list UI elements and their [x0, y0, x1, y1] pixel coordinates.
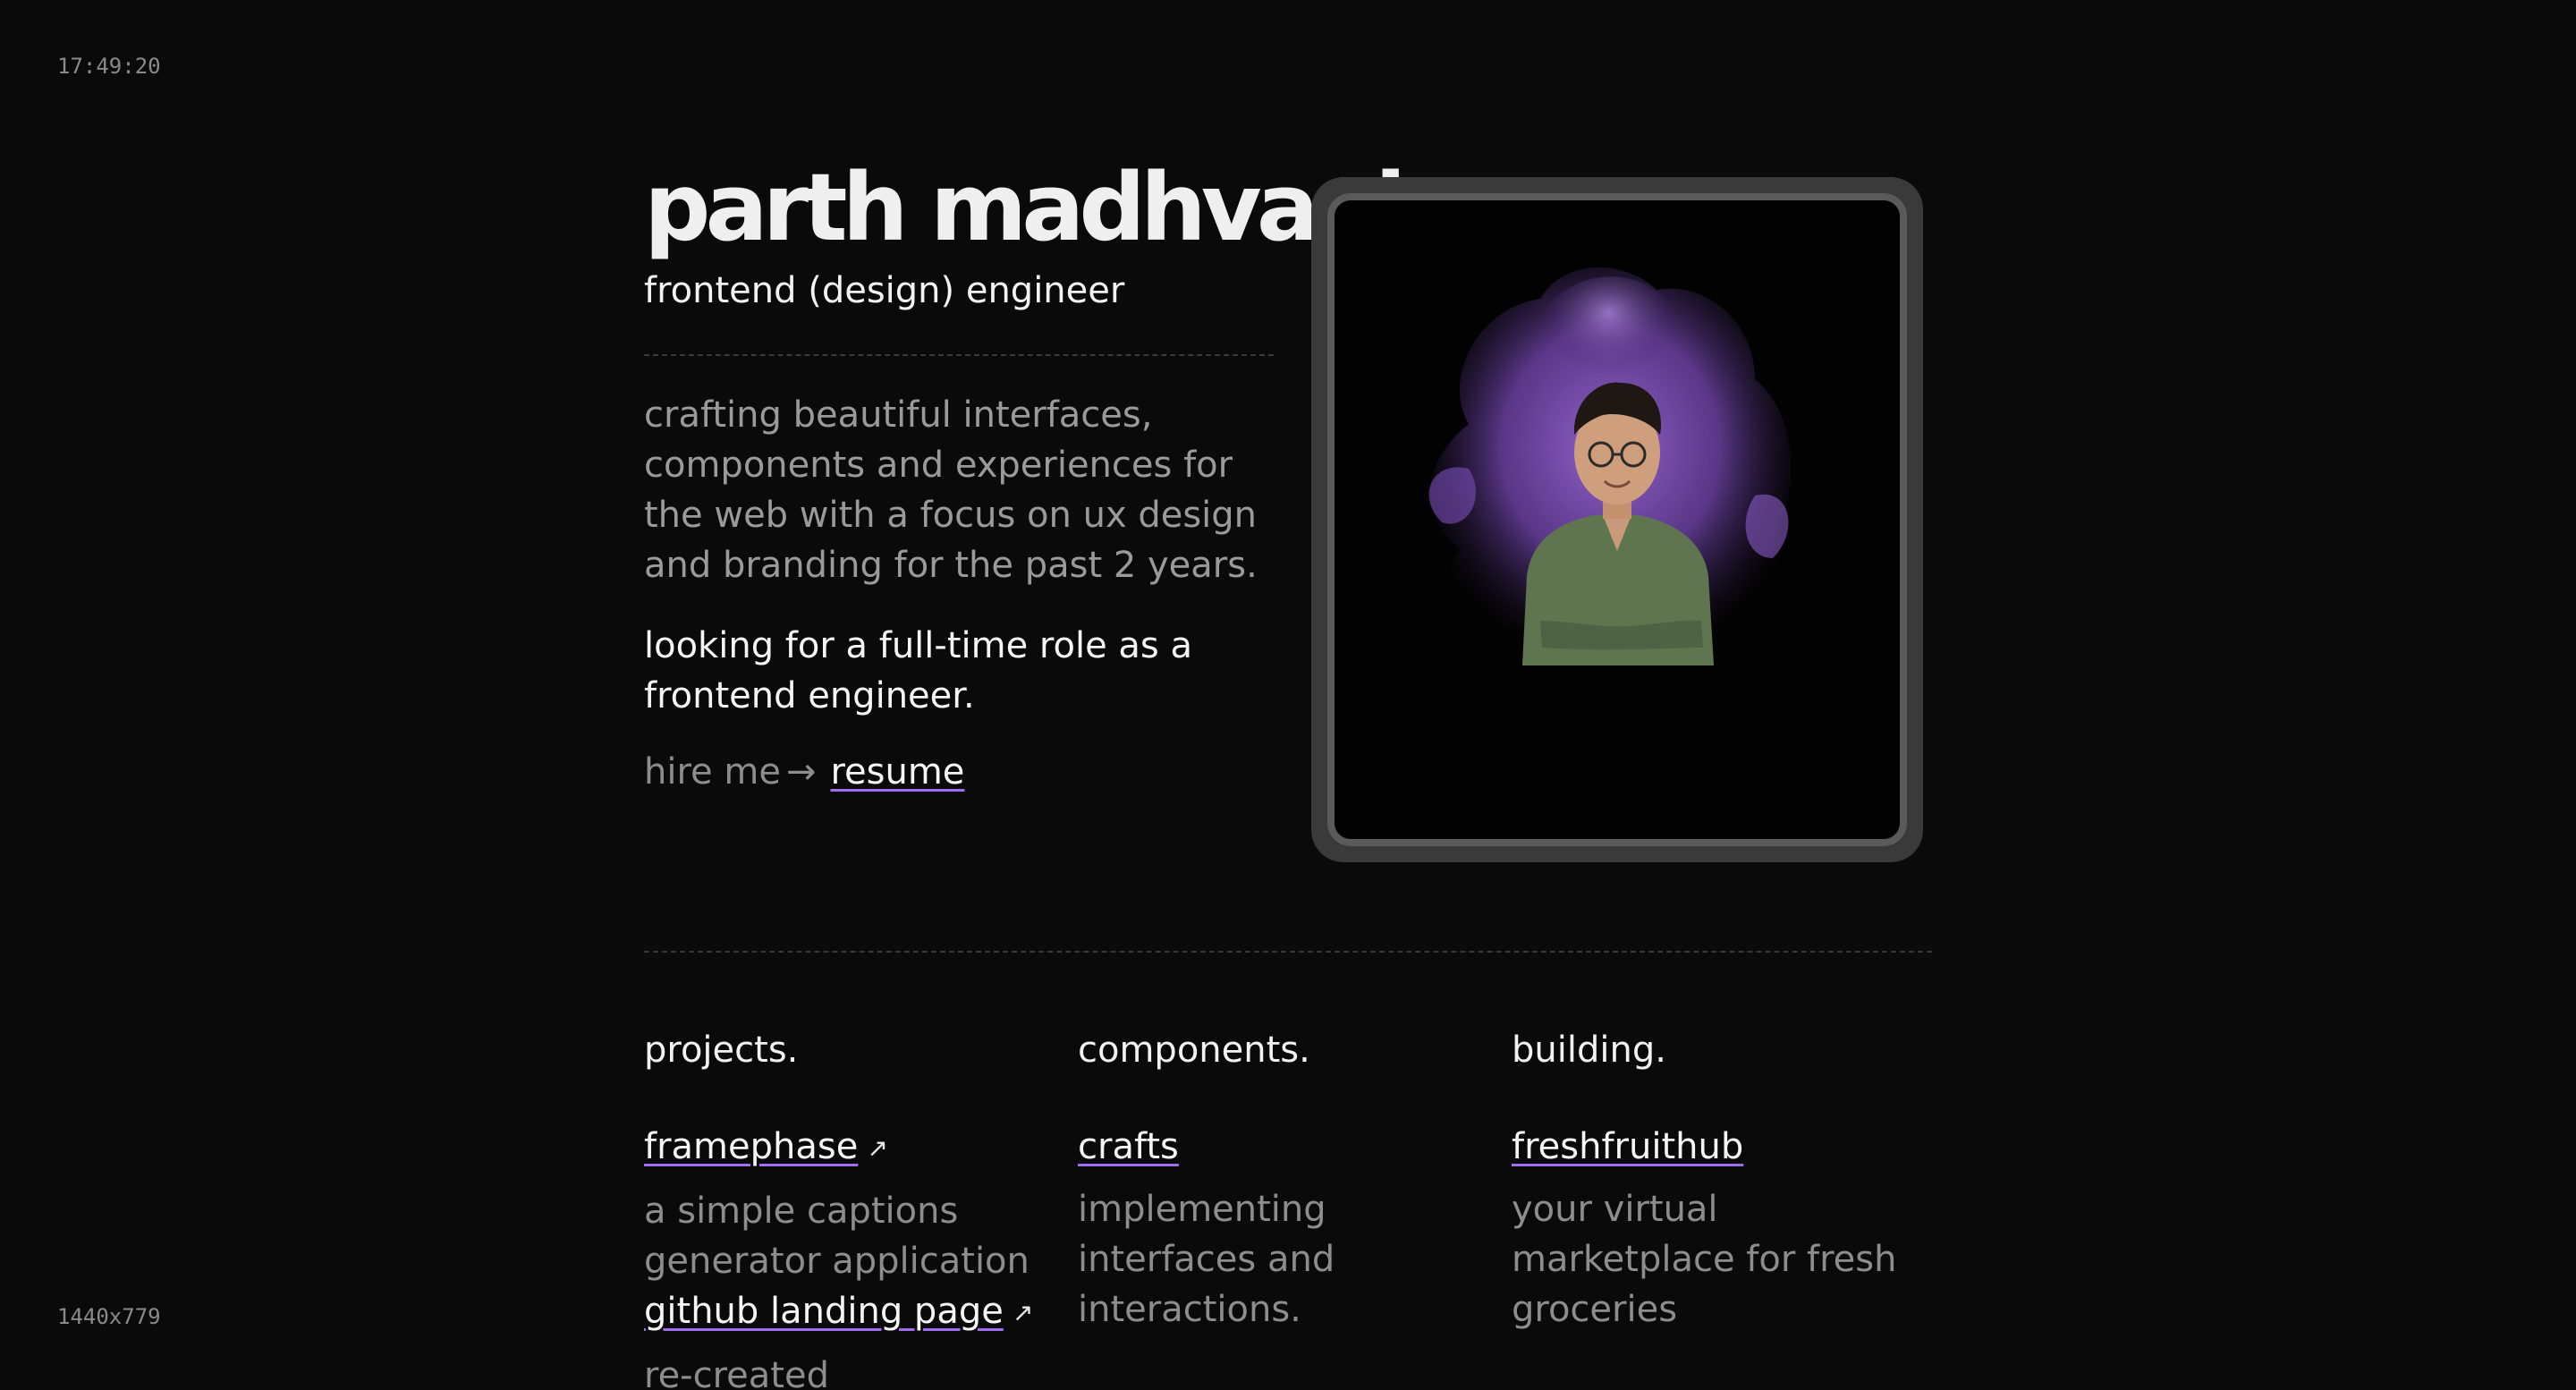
- crafts-link[interactable]: crafts: [1078, 1126, 1179, 1167]
- building-column: building. freshfruithub your virtual mar…: [1512, 1025, 1959, 1335]
- freshfruithub-description: your virtual marketplace for fresh groce…: [1512, 1189, 1897, 1330]
- github-landing-page-link[interactable]: github landing page: [644, 1291, 1004, 1332]
- resume-link[interactable]: resume: [830, 751, 964, 792]
- building-item-title: freshfruithub: [1512, 1122, 1959, 1172]
- freshfruithub-link[interactable]: freshfruithub: [1512, 1126, 1743, 1167]
- hire-label: hire me: [644, 751, 781, 792]
- clock-readout: 17:49:20: [57, 54, 161, 79]
- page-title: parth madhvani: [644, 153, 1407, 262]
- portfolio-page: 17:49:20 1440x779 parth madhvani fronten…: [0, 0, 2576, 1390]
- arrow-right-icon: →: [785, 751, 817, 792]
- framephase-link[interactable]: framephase: [644, 1126, 858, 1167]
- hire-line: hire me → resume: [644, 751, 964, 792]
- framephase-description: a simple captions generator application: [644, 1191, 1030, 1282]
- external-link-icon[interactable]: ↗: [1013, 1288, 1033, 1338]
- project-item-title: github landing page ↗: [644, 1286, 1091, 1338]
- project-item-title: framephase ↗: [644, 1122, 1091, 1174]
- github-landing-page-description: re-created: [644, 1355, 829, 1390]
- projects-heading: projects.: [644, 1030, 799, 1071]
- viewport-size-readout: 1440x779: [57, 1304, 161, 1329]
- crafts-description: implementing interfaces and interactions…: [1078, 1189, 1335, 1330]
- profile-photo: [1327, 193, 1907, 846]
- job-role: frontend (design) engineer: [644, 270, 1125, 311]
- profile-photo-frame: [1311, 177, 1923, 862]
- bio-text: crafting beautiful interfaces, component…: [644, 394, 1258, 586]
- availability-text: looking for a full-time role as a fronte…: [644, 625, 1192, 716]
- external-link-icon[interactable]: ↗: [867, 1123, 887, 1174]
- hero-divider: [644, 354, 1274, 356]
- section-divider: [644, 951, 1932, 953]
- components-heading: components.: [1078, 1030, 1310, 1071]
- component-item-title: crafts: [1078, 1122, 1525, 1172]
- building-heading: building.: [1512, 1030, 1666, 1071]
- portrait-photo-icon: [1428, 267, 1792, 665]
- projects-column: projects. framephase ↗ a simple captions …: [644, 1025, 1091, 1390]
- components-column: components. crafts implementing interfac…: [1078, 1025, 1525, 1335]
